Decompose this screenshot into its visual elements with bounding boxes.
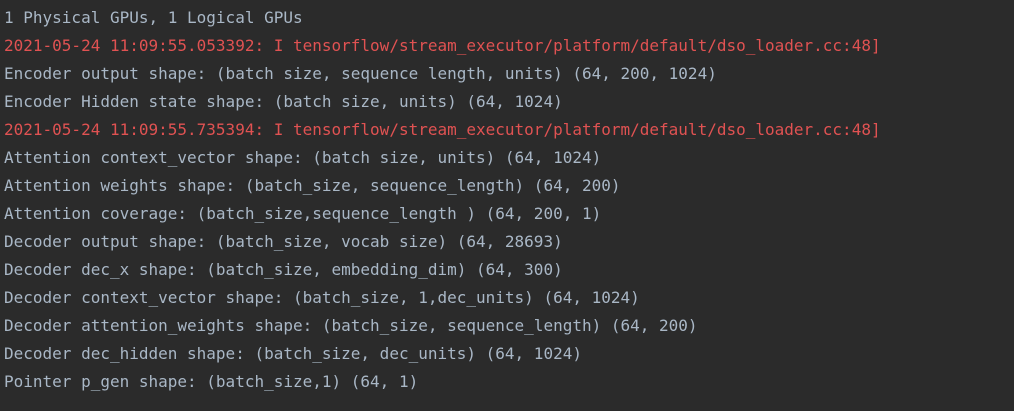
console-line-log-warning: 2021-05-24 11:09:55.053392: I tensorflow… [4,36,881,55]
console-line-decoder-dec-x: Decoder dec_x shape: (batch_size, embedd… [4,260,563,279]
console-line-gpus: 1 Physical GPUs, 1 Logical GPUs [4,8,303,27]
console-line-decoder-hidden: Decoder dec_hidden shape: (batch_size, d… [4,344,582,363]
console-line-decoder-context: Decoder context_vector shape: (batch_siz… [4,288,640,307]
console-line-attention-context: Attention context_vector shape: (batch s… [4,148,602,167]
console-line-decoder-output: Decoder output shape: (batch_size, vocab… [4,232,563,251]
console-line-encoder-hidden: Encoder Hidden state shape: (batch size,… [4,92,563,111]
console-line-decoder-attention: Decoder attention_weights shape: (batch_… [4,316,698,335]
console-line-log-warning: 2021-05-24 11:09:55.735394: I tensorflow… [4,120,881,139]
console-output[interactable]: 1 Physical GPUs, 1 Logical GPUs 2021-05-… [0,0,1014,411]
console-line-pointer-pgen: Pointer p_gen shape: (batch_size,1) (64,… [4,372,419,391]
console-line-attention-weights: Attention weights shape: (batch_size, se… [4,176,621,195]
console-line-attention-coverage: Attention coverage: (batch_size,sequence… [4,204,602,223]
console-line-encoder-output: Encoder output shape: (batch size, seque… [4,64,717,83]
